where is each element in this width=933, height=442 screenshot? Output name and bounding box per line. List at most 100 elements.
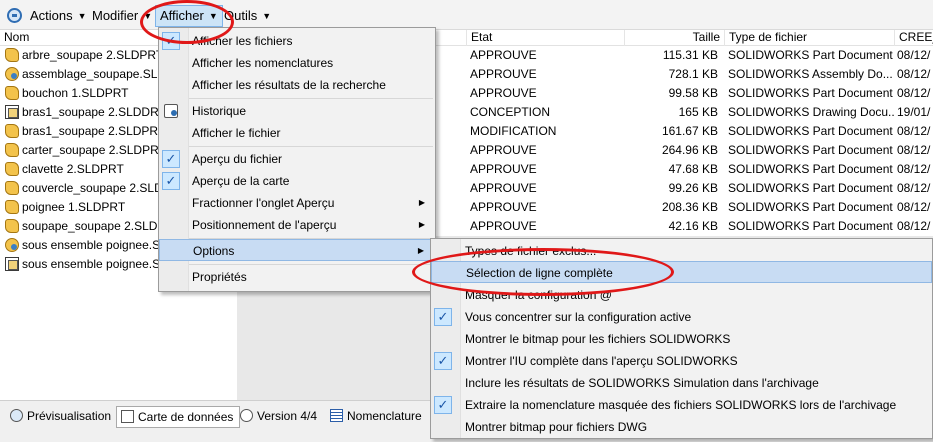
menu-item-apercu-fichier[interactable]: ✓ Aperçu du fichier bbox=[159, 148, 435, 170]
cell-type: SOLIDWORKS Part Document bbox=[728, 200, 893, 214]
check-icon: ✓ bbox=[434, 396, 452, 414]
menu-item-historique[interactable]: Historique bbox=[159, 100, 435, 122]
list-item[interactable]: bras1_soupape 2.SLDPRT bbox=[0, 122, 160, 141]
submenu-arrow-icon: ▶ bbox=[417, 246, 424, 255]
tab-label: Prévisualisation bbox=[27, 409, 112, 423]
menu-item-apercu-carte[interactable]: ✓ Aperçu de la carte bbox=[159, 170, 435, 192]
menu-item-label: Types de fichier exclus... bbox=[465, 244, 597, 258]
check-icon: ✓ bbox=[162, 32, 180, 50]
magnifier-icon bbox=[10, 409, 23, 422]
file-name: carter_soupape 2.SLDPR bbox=[22, 143, 159, 157]
column-header: Nom Etat Taille Type de fichier CREE_L bbox=[0, 30, 933, 46]
menu-item-fractionner[interactable]: Fractionner l'onglet Aperçu ▶ bbox=[159, 192, 435, 214]
menu-item-concentrer[interactable]: ✓ Vous concentrer sur la configuration ac… bbox=[431, 306, 932, 328]
menu-outils[interactable]: Outils ▼ bbox=[224, 6, 271, 26]
menu-afficher[interactable]: Afficher ▼ bbox=[155, 5, 223, 27]
tab-carte-de-donnees[interactable]: Carte de données bbox=[116, 406, 241, 428]
cell-type: SOLIDWORKS Part Document bbox=[728, 48, 893, 62]
cell-cree: 08/12/ bbox=[897, 200, 931, 214]
app-logo-icon[interactable] bbox=[7, 8, 22, 23]
file-list: arbre_soupape 2.SLDPRT assemblage_soupap… bbox=[0, 46, 160, 274]
cell-type: SOLIDWORKS Part Document bbox=[728, 143, 893, 157]
menu-item-afficher-fichiers[interactable]: ✓ Afficher les fichiers bbox=[159, 30, 435, 52]
list-item[interactable]: arbre_soupape 2.SLDPRT bbox=[0, 46, 160, 65]
history-icon bbox=[164, 104, 178, 118]
menu-item-simulation[interactable]: Inclure les résultats de SOLIDWORKS Simu… bbox=[431, 372, 932, 394]
tab-previsualisation[interactable]: Prévisualisation bbox=[6, 406, 117, 428]
menu-item-afficher-nomenclatures[interactable]: Afficher les nomenclatures bbox=[159, 52, 435, 74]
menu-item-iu-complete[interactable]: ✓ Montrer l'IU complète dans l'aperçu SOL… bbox=[431, 350, 932, 372]
menu-item-options[interactable]: Options ▶ bbox=[159, 239, 435, 261]
tab-label: Nomenclature bbox=[347, 409, 422, 423]
menu-item-selection-ligne[interactable]: Sélection de ligne complète bbox=[431, 261, 932, 283]
list-item[interactable]: sous ensemble poignee.S bbox=[0, 255, 160, 274]
menu-item-label: Vous concentrer sur la configuration act… bbox=[465, 310, 692, 324]
menu-modifier[interactable]: Modifier ▼ bbox=[92, 6, 152, 26]
dropdown-arrow-icon: ▼ bbox=[77, 11, 87, 21]
menu-actions[interactable]: Actions ▼ bbox=[30, 6, 87, 26]
table-row[interactable]: APPROUVE 208.36 KB SOLIDWORKS Part Documen… bbox=[466, 198, 933, 217]
tab-nomenclature[interactable]: Nomenclature bbox=[326, 406, 428, 428]
cell-cree: 08/12/ bbox=[897, 181, 931, 195]
part-icon bbox=[5, 200, 19, 214]
cell-etat: APPROUVE bbox=[470, 219, 537, 233]
list-item[interactable]: assemblage_soupape.SLD bbox=[0, 65, 160, 84]
column-nom[interactable]: Nom bbox=[0, 30, 160, 46]
menu-item-nomenclature-masquee[interactable]: ✓ Extraire la nomenclature masquée des fi… bbox=[431, 394, 932, 416]
menu-item-types-exclus[interactable]: Types de fichier exclus... bbox=[431, 240, 932, 262]
list-item[interactable]: couvercle_soupape 2.SLD bbox=[0, 179, 160, 198]
table-row[interactable]: APPROUVE 99.58 KB SOLIDWORKS Part Document… bbox=[466, 84, 933, 103]
cell-cree: 08/12/ bbox=[897, 48, 931, 62]
table-row[interactable]: APPROUVE 115.31 KB SOLIDWORKS Part Documen… bbox=[466, 46, 933, 65]
table-row[interactable]: APPROUVE 47.68 KB SOLIDWORKS Part Document… bbox=[466, 160, 933, 179]
cell-etat: APPROUVE bbox=[470, 48, 537, 62]
menu-item-label: Positionnement de l'aperçu bbox=[192, 218, 337, 232]
dropdown-arrow-icon: ▼ bbox=[262, 11, 272, 21]
table-row[interactable]: APPROUVE 42.16 KB SOLIDWORKS Part Document… bbox=[466, 217, 933, 236]
list-item[interactable]: carter_soupape 2.SLDPR bbox=[0, 141, 160, 160]
dropdown-arrow-icon: ▼ bbox=[143, 11, 153, 21]
list-item[interactable]: bouchon 1.SLDPRT bbox=[0, 84, 160, 103]
menu-item-bitmap-dwg[interactable]: Montrer bitmap pour fichiers DWG bbox=[431, 416, 932, 438]
table-row[interactable]: MODIFICATION 161.67 KB SOLIDWORKS Part Doc… bbox=[466, 122, 933, 141]
list-item[interactable]: clavette 2.SLDPRT bbox=[0, 160, 160, 179]
table-row[interactable]: APPROUVE 99.26 KB SOLIDWORKS Part Document… bbox=[466, 179, 933, 198]
menu-item-label: Fractionner l'onglet Aperçu bbox=[192, 196, 335, 210]
menu-item-masquer-config[interactable]: Masquer la configuration @ bbox=[431, 284, 932, 306]
column-type[interactable]: Type de fichier bbox=[724, 30, 894, 46]
menu-item-proprietes[interactable]: Propriétés bbox=[159, 266, 435, 288]
file-name: bouchon 1.SLDPRT bbox=[22, 86, 129, 100]
submenu-arrow-icon: ▶ bbox=[418, 220, 425, 229]
cell-taille: 264.96 KB bbox=[661, 143, 718, 157]
list-item[interactable]: poignee 1.SLDPRT bbox=[0, 198, 160, 217]
menu-item-positionnement[interactable]: Positionnement de l'aperçu ▶ bbox=[159, 214, 435, 236]
tab-version[interactable]: Version 4/4 bbox=[236, 406, 323, 428]
column-etat[interactable]: Etat bbox=[466, 30, 624, 46]
menu-item-afficher-resultats[interactable]: Afficher les résultats de la recherche bbox=[159, 74, 435, 96]
cell-taille: 208.36 KB bbox=[661, 200, 718, 214]
menu-item-afficher-fichier[interactable]: Afficher le fichier bbox=[159, 122, 435, 144]
check-icon: ✓ bbox=[162, 172, 180, 190]
menu-item-label: Propriétés bbox=[192, 270, 247, 284]
list-item[interactable]: soupape_soupape 2.SLDP bbox=[0, 217, 160, 236]
tab-label: Carte de données bbox=[138, 410, 234, 424]
menu-item-label: Inclure les résultats de SOLIDWORKS Simu… bbox=[465, 376, 819, 390]
cell-etat: MODIFICATION bbox=[470, 124, 557, 138]
file-name: couvercle_soupape 2.SLD bbox=[22, 181, 160, 195]
table-row[interactable]: CONCEPTION 165 KB SOLIDWORKS Drawing Docu.… bbox=[466, 103, 933, 122]
cell-taille: 728.1 KB bbox=[668, 67, 718, 81]
part-icon bbox=[5, 143, 19, 157]
check-icon: ✓ bbox=[434, 352, 452, 370]
cell-etat: APPROUVE bbox=[470, 86, 537, 100]
list-item[interactable]: bras1_soupape 2.SLDDRW bbox=[0, 103, 160, 122]
list-item[interactable]: sous ensemble poignee.S bbox=[0, 236, 160, 255]
submenu-arrow-icon: ▶ bbox=[418, 198, 425, 207]
cell-cree: 19/01/ bbox=[897, 105, 931, 119]
part-icon bbox=[5, 124, 19, 138]
column-cree[interactable]: CREE_L bbox=[894, 30, 933, 46]
menu-modifier-label: Modifier bbox=[92, 8, 139, 23]
table-row[interactable]: APPROUVE 264.96 KB SOLIDWORKS Part Documen… bbox=[466, 141, 933, 160]
table-row[interactable]: APPROUVE 728.1 KB SOLIDWORKS Assembly Do..… bbox=[466, 65, 933, 84]
column-taille[interactable]: Taille bbox=[624, 30, 724, 46]
menu-item-bitmap-sw[interactable]: Montrer le bitmap pour les fichiers SOLI… bbox=[431, 328, 932, 350]
